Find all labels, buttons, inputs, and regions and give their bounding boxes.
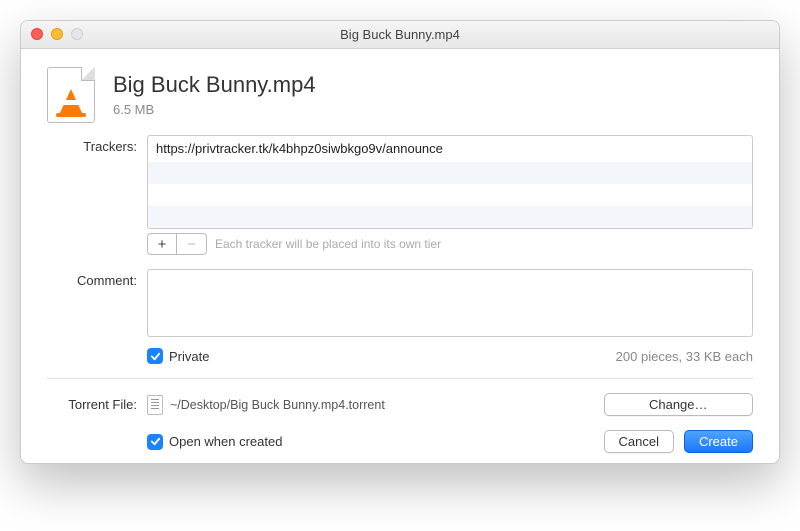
- pieces-info: 200 pieces, 33 KB each: [616, 349, 753, 364]
- torrent-file-path-display: ~/Desktop/Big Buck Bunny.mp4.torrent: [147, 395, 594, 415]
- file-header: Big Buck Bunny.mp4 6.5 MB: [47, 67, 753, 123]
- tracker-buttons: + −: [147, 233, 207, 255]
- tracker-row-empty[interactable]: [148, 206, 752, 228]
- divider: [47, 378, 753, 379]
- trackers-list[interactable]: https://privtracker.tk/k4bhpz0siwbkgo9v/…: [147, 135, 753, 229]
- tracker-row[interactable]: https://privtracker.tk/k4bhpz0siwbkgo9v/…: [148, 136, 752, 162]
- vlc-file-icon: [47, 67, 95, 123]
- titlebar: Big Buck Bunny.mp4: [21, 21, 779, 49]
- tracker-hint: Each tracker will be placed into its own…: [215, 237, 441, 251]
- add-tracker-button[interactable]: +: [147, 233, 177, 255]
- private-checkbox[interactable]: Private: [147, 348, 209, 364]
- footer-actions: Cancel Create: [604, 430, 754, 453]
- window-title: Big Buck Bunny.mp4: [340, 27, 460, 42]
- create-button[interactable]: Create: [684, 430, 753, 453]
- zoom-window-button: [71, 28, 83, 40]
- comment-field[interactable]: [147, 269, 753, 337]
- minimize-window-button[interactable]: [51, 28, 63, 40]
- open-when-created-checkbox[interactable]: Open when created: [147, 434, 594, 450]
- torrent-document-icon: [147, 395, 163, 415]
- file-size: 6.5 MB: [113, 102, 316, 117]
- trackers-section: https://privtracker.tk/k4bhpz0siwbkgo9v/…: [147, 135, 753, 255]
- open-when-created-label: Open when created: [169, 434, 282, 449]
- traffic-lights: [31, 28, 83, 40]
- file-info: Big Buck Bunny.mp4 6.5 MB: [113, 73, 316, 116]
- content: Big Buck Bunny.mp4 6.5 MB Trackers: http…: [21, 49, 779, 463]
- tracker-tools: + − Each tracker will be placed into its…: [147, 233, 753, 255]
- private-label: Private: [169, 349, 209, 364]
- torrent-file-label: Torrent File:: [47, 397, 137, 412]
- comment-section: Private 200 pieces, 33 KB each: [147, 269, 753, 364]
- remove-tracker-button[interactable]: −: [177, 233, 207, 255]
- tracker-row-empty[interactable]: [148, 184, 752, 206]
- dialog-window: Big Buck Bunny.mp4 Big Buck Bunny.mp4 6.…: [20, 20, 780, 464]
- tracker-row-empty[interactable]: [148, 162, 752, 184]
- file-name: Big Buck Bunny.mp4: [113, 73, 316, 97]
- change-path-button[interactable]: Change…: [604, 393, 754, 416]
- torrent-file-path: ~/Desktop/Big Buck Bunny.mp4.torrent: [170, 398, 385, 412]
- cancel-button[interactable]: Cancel: [604, 430, 674, 453]
- comment-label: Comment:: [47, 269, 137, 288]
- trackers-label: Trackers:: [47, 135, 137, 154]
- checkbox-checked-icon: [147, 348, 163, 364]
- checkbox-checked-icon: [147, 434, 163, 450]
- close-window-button[interactable]: [31, 28, 43, 40]
